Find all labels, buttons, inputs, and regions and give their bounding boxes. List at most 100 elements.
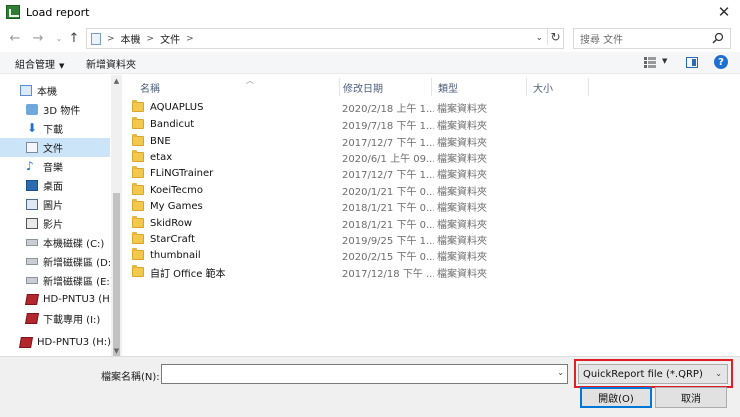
file-row[interactable]: StarCraft 2019/9/25 下午 1... 檔案資料夾 — [132, 231, 502, 247]
file-row[interactable]: etax 2020/6/1 上午 09... 檔案資料夾 — [132, 149, 502, 165]
nav-item-videos[interactable]: 影片 — [0, 214, 110, 233]
breadcrumb-this-pc[interactable]: 本機 — [121, 31, 141, 46]
folder-icon — [132, 265, 144, 277]
nav-item-drive-e[interactable]: 新增磁碟區 (E:) — [0, 271, 114, 290]
nav-item-label: 新增磁碟區 (E:) — [43, 277, 114, 288]
address-dropdown-icon[interactable]: ⌄ — [535, 33, 543, 43]
nav-item-label: HD-PNTU3 (H:) — [43, 294, 117, 305]
nav-item-label: 本機磁碟 (C:) — [43, 239, 105, 250]
music-icon: ♪ — [26, 159, 34, 173]
close-button[interactable]: ✕ — [708, 0, 740, 24]
address-bar[interactable]: > 本機 > 文件 > ⌄ — [86, 28, 564, 49]
file-row[interactable]: thumbnail 2020/2/15 下午 0... 檔案資料夾 — [132, 247, 502, 263]
file-row[interactable]: BNE 2017/12/7 下午 1... 檔案資料夾 — [132, 133, 502, 149]
nav-item-this-pc[interactable]: 本機 — [0, 81, 110, 100]
navigation-pane: 本機 3D 物件 ⬇ 下載 文件 ♪ 音樂 桌面 圖片 影片 本機磁碟 (C:)… — [0, 75, 122, 356]
file-name: SkidRow — [150, 217, 193, 229]
column-header-size[interactable]: 大小 — [527, 78, 589, 96]
refresh-button[interactable]: ↻ — [547, 29, 563, 45]
file-row[interactable]: Bandicut 2019/7/18 下午 1... 檔案資料夾 — [132, 116, 502, 132]
file-date: 2020/1/21 下午 0... — [342, 186, 434, 198]
column-header-date[interactable]: 修改日期 — [337, 78, 432, 96]
download-icon: ⬇ — [26, 121, 38, 135]
navigation-scrollbar[interactable]: ▲ ▼ — [111, 75, 122, 393]
file-row[interactable]: AQUAPLUS 2020/2/18 上午 1... 檔案資料夾 — [132, 99, 502, 115]
nav-item-music[interactable]: ♪ 音樂 — [0, 157, 110, 176]
forward-button[interactable]: → — [29, 29, 47, 47]
file-type: 檔案資料夾 — [437, 186, 487, 198]
folder-icon — [132, 117, 144, 129]
file-date: 2018/1/21 下午 0... — [342, 202, 434, 214]
folder-icon — [132, 248, 144, 260]
nav-item-downloads[interactable]: ⬇ 下載 — [0, 119, 110, 138]
search-icon — [712, 32, 724, 44]
file-date: 2018/1/21 下午 0... — [342, 219, 434, 231]
file-row[interactable]: FLiNGTrainer 2017/12/7 下午 1... 檔案資料夾 — [132, 165, 502, 181]
3d-objects-icon — [26, 104, 38, 115]
drive-icon — [26, 277, 38, 284]
nav-item-drive-c[interactable]: 本機磁碟 (C:) — [0, 233, 110, 252]
column-header-label: 名稱 — [140, 83, 160, 95]
caret-down-icon: ▼ — [59, 62, 65, 70]
column-header-type[interactable]: 類型 — [432, 78, 527, 96]
nav-item-hd-pntu3[interactable]: HD-PNTU3 (H:) — [0, 333, 111, 352]
scroll-up-icon[interactable]: ▲ — [111, 75, 122, 86]
folder-icon — [132, 199, 144, 211]
file-row[interactable]: My Games 2018/1/21 下午 0... 檔案資料夾 — [132, 198, 502, 214]
nav-item-3d-objects[interactable]: 3D 物件 — [0, 100, 110, 119]
nav-item-documents[interactable]: 文件 — [0, 138, 110, 157]
nav-item-desktop[interactable]: 桌面 — [0, 176, 110, 195]
file-type-filter-select[interactable]: QuickReport file (*.QRP) ⌄ — [578, 364, 728, 384]
file-row[interactable]: SkidRow 2018/1/21 下午 0... 檔案資料夾 — [132, 215, 502, 231]
nav-item-pictures[interactable]: 圖片 — [0, 195, 110, 214]
videos-icon — [26, 218, 38, 229]
file-date: 2019/7/18 下午 1... — [342, 120, 434, 132]
nav-item-label: 音樂 — [43, 163, 63, 174]
file-type: 檔案資料夾 — [437, 202, 487, 214]
file-name: etax — [150, 151, 173, 163]
filename-input[interactable]: ⌄ — [161, 364, 568, 384]
nav-item-label: 影片 — [43, 220, 63, 231]
folder-icon — [132, 150, 144, 162]
organize-label: 組合管理 — [15, 60, 55, 71]
view-options-icon[interactable] — [644, 57, 656, 68]
cancel-button[interactable]: 取消 — [655, 387, 727, 408]
nav-item-label: 桌面 — [43, 182, 63, 193]
nav-item-label: 3D 物件 — [43, 106, 81, 117]
up-button[interactable]: ↑ — [65, 29, 83, 47]
file-type: 檔案資料夾 — [437, 219, 487, 231]
chevron-down-icon[interactable]: ⌄ — [557, 368, 564, 377]
nav-item-drive-i[interactable]: 下載專用 (I:) — [0, 309, 110, 328]
file-type: 檔案資料夾 — [437, 153, 487, 165]
nav-item-label: 新增磁碟區 (D:) — [43, 258, 116, 269]
file-row[interactable]: KoeiTecmo 2020/1/21 下午 0... 檔案資料夾 — [132, 182, 502, 198]
column-header-name[interactable]: ︿ 名稱 — [134, 76, 340, 96]
chevron-right-icon[interactable]: > — [107, 34, 115, 44]
file-type: 檔案資料夾 — [437, 120, 487, 132]
view-menu-caret-icon[interactable]: ▼ — [662, 57, 667, 65]
organize-menu[interactable]: 組合管理 ▼ — [15, 56, 64, 71]
file-date: 2017/12/7 下午 1... — [342, 169, 434, 181]
scroll-down-icon[interactable]: ▼ — [111, 345, 122, 356]
file-date: 2017/12/7 下午 1... — [342, 137, 434, 149]
window-title: Load report — [26, 5, 90, 19]
search-input[interactable]: 搜尋 文件 — [573, 28, 731, 49]
file-name: StarCraft — [150, 233, 195, 245]
file-type-filter-value: QuickReport file (*.QRP) — [583, 368, 703, 380]
computer-icon — [91, 32, 101, 45]
preview-pane-icon[interactable] — [686, 57, 698, 68]
back-button[interactable]: ← — [6, 29, 24, 47]
new-folder-button[interactable]: 新增資料夾 — [86, 56, 136, 71]
chevron-right-icon[interactable]: > — [186, 34, 194, 44]
help-icon[interactable]: ? — [714, 55, 728, 69]
breadcrumb-documents[interactable]: 文件 — [160, 31, 180, 46]
open-button[interactable]: 開啟(O) — [580, 387, 652, 408]
chevron-right-icon[interactable]: > — [147, 34, 155, 44]
file-row[interactable]: 自訂 Office 範本 2017/12/18 下午 ... 檔案資料夾 — [132, 264, 502, 280]
app-icon — [6, 5, 20, 19]
pictures-icon — [26, 199, 38, 210]
command-toolbar: 組合管理 ▼ 新增資料夾 ▼ ? — [0, 52, 740, 74]
nav-item-drive-d[interactable]: 新增磁碟區 (D:) — [0, 252, 115, 271]
nav-item-drive-h[interactable]: HD-PNTU3 (H:) — [0, 290, 117, 309]
nav-item-label: 下載 — [43, 125, 63, 136]
